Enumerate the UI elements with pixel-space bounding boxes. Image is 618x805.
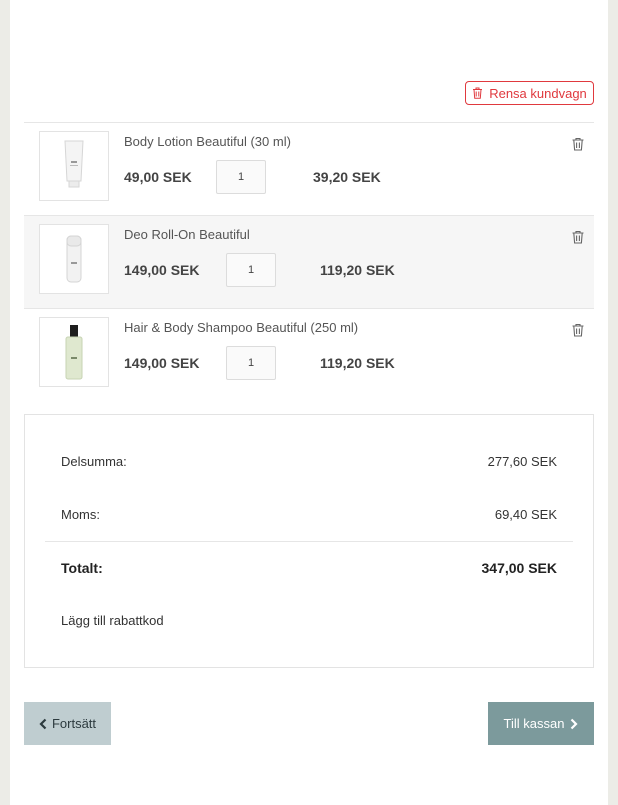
cart-item: Deo Roll-On Beautiful 149,00 SEK 119,20 … [24, 215, 594, 308]
lotion-tube-image [64, 140, 84, 188]
subtotal-row: Delsumma: 277,60 SEK [61, 454, 557, 469]
checkout-label: Till kassan [503, 716, 565, 731]
product-image[interactable] [39, 317, 109, 387]
order-summary: Delsumma: 277,60 SEK Moms: 69,40 SEK Tot… [24, 414, 594, 668]
remove-item-icon[interactable] [571, 230, 585, 244]
line-total: 119,20 SEK [320, 262, 395, 278]
line-total: 119,20 SEK [320, 355, 395, 371]
product-image[interactable] [39, 131, 109, 201]
line-total: 39,20 SEK [313, 169, 381, 185]
product-image[interactable] [39, 224, 109, 294]
quantity-input[interactable] [226, 346, 276, 380]
deo-bottle-image [66, 235, 82, 283]
vat-row: Moms: 69,40 SEK [61, 507, 557, 522]
vat-value: 69,40 SEK [494, 507, 557, 522]
product-name[interactable]: Deo Roll-On Beautiful [124, 227, 250, 242]
continue-shopping-button[interactable]: Fortsätt [24, 702, 111, 745]
product-name[interactable]: Hair & Body Shampoo Beautiful (250 ml) [124, 320, 358, 335]
remove-item-icon[interactable] [571, 323, 585, 337]
clear-cart-button[interactable]: Rensa kundvagn [465, 81, 594, 105]
checkout-button[interactable]: Till kassan [488, 702, 594, 745]
quantity-input[interactable] [226, 253, 276, 287]
total-value: 347,00 SEK [481, 560, 558, 576]
chevron-left-icon [39, 718, 47, 729]
shampoo-bottle-image [65, 325, 83, 380]
chevron-right-icon [571, 718, 579, 729]
total-label: Totalt: [61, 560, 103, 576]
cart-item: Body Lotion Beautiful (30 ml) 49,00 SEK … [24, 122, 594, 215]
cart-list: Body Lotion Beautiful (30 ml) 49,00 SEK … [24, 122, 594, 401]
vat-label: Moms: [61, 507, 100, 522]
total-row: Totalt: 347,00 SEK [61, 560, 557, 576]
add-discount-code-link[interactable]: Lägg till rabattkod [61, 613, 164, 628]
subtotal-value: 277,60 SEK [487, 454, 557, 469]
cart-item: Hair & Body Shampoo Beautiful (250 ml) 1… [24, 308, 594, 401]
clear-cart-label: Rensa kundvagn [489, 85, 587, 101]
remove-item-icon[interactable] [571, 137, 585, 151]
product-price: 149,00 SEK [124, 262, 200, 278]
product-price: 49,00 SEK [124, 169, 192, 185]
product-price: 149,00 SEK [124, 355, 200, 371]
quantity-input[interactable] [216, 160, 266, 194]
subtotal-label: Delsumma: [61, 454, 127, 469]
cart-page: Rensa kundvagn Body Lotion Beautiful (30… [10, 0, 608, 805]
continue-shopping-label: Fortsätt [51, 716, 97, 731]
product-name[interactable]: Body Lotion Beautiful (30 ml) [124, 134, 291, 149]
summary-divider [45, 541, 573, 542]
trash-icon [473, 87, 483, 99]
